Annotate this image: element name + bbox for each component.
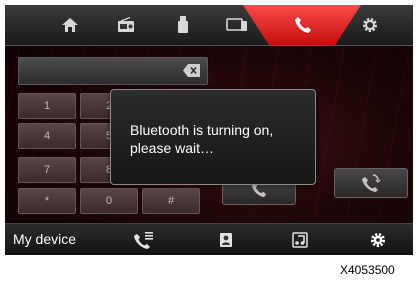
device-projection-icon[interactable] [219, 11, 255, 39]
contacts-icon[interactable] [215, 229, 237, 251]
backspace-icon[interactable] [183, 64, 201, 77]
my-device-label[interactable]: My device [13, 231, 76, 247]
call-log-icon[interactable] [133, 229, 155, 251]
phone-number-field[interactable] [18, 57, 208, 85]
bottom-navigation-bar: My device [5, 223, 413, 255]
keypad-key-star[interactable]: * [18, 188, 76, 214]
keypad-key-4[interactable]: 4 [18, 123, 76, 149]
popup-message: Bluetooth is turning on, please wait… [130, 122, 274, 156]
settings-gear-icon[interactable] [367, 229, 389, 251]
redial-icon [362, 174, 381, 192]
keypad-key-7[interactable]: 7 [18, 157, 76, 183]
phone-screen: 1 2 3 4 5 6 7 8 9 * 0 # Bluetooth is tur… [5, 5, 413, 255]
gear-icon[interactable] [352, 11, 388, 39]
music-icon[interactable] [289, 229, 311, 251]
figure-caption: X4053500 [340, 263, 395, 277]
keypad-key-1[interactable]: 1 [18, 93, 76, 119]
home-icon[interactable] [52, 11, 88, 39]
top-navigation-bar [5, 5, 413, 46]
radio-icon[interactable] [108, 11, 144, 39]
bluetooth-status-popup: Bluetooth is turning on, please wait… [110, 89, 316, 185]
keypad-key-0[interactable]: 0 [80, 188, 138, 214]
usb-icon[interactable] [165, 11, 201, 39]
phone-icon[interactable] [287, 11, 319, 39]
keypad-key-hash[interactable]: # [142, 188, 200, 214]
redial-button[interactable] [334, 168, 408, 198]
